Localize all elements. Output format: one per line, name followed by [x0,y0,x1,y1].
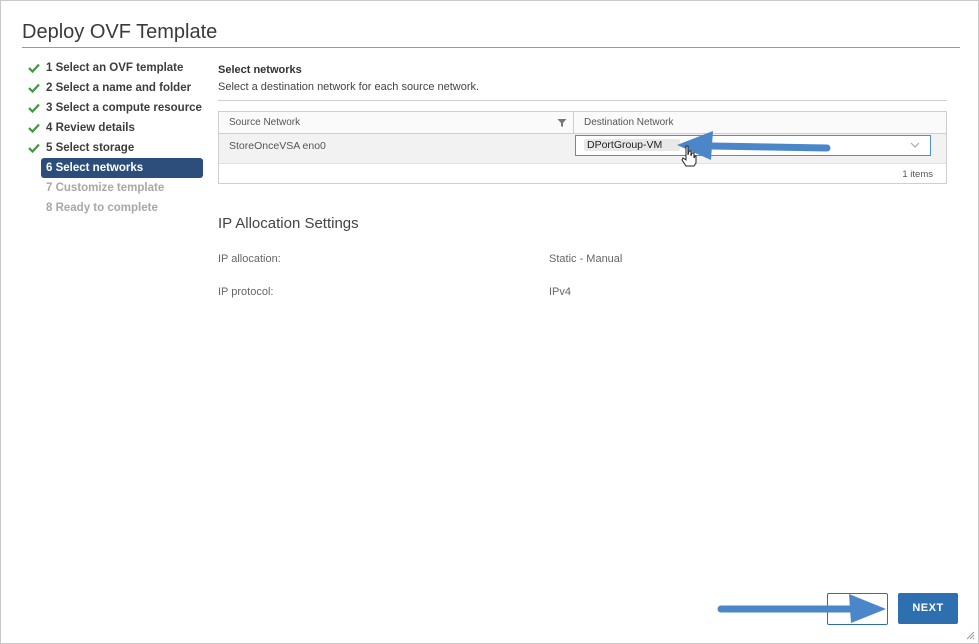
step-3[interactable]: 3 Select a compute resource [27,98,203,118]
ip-protocol-value: IPv4 [549,286,572,298]
step-label: 2 Select a name and folder [46,82,192,94]
check-icon [28,103,40,113]
check-icon [28,83,40,93]
column-header-source[interactable]: Source Network [229,117,300,128]
ip-allocation-title: IP Allocation Settings [218,215,359,232]
ip-protocol-label: IP protocol: [218,286,274,298]
annotation-arrow-icon [717,594,886,623]
network-mapping-grid: Source Network Destination Network Store… [218,111,947,184]
grid-item-count: 1 items [902,169,933,180]
source-network-cell: StoreOnceVSA eno0 [229,140,326,152]
step-label: 3 Select a compute resource [46,102,202,114]
section-description: Select a destination network for each so… [218,81,480,93]
step-label: 5 Select storage [46,142,135,154]
deploy-ovf-dialog: Deploy OVF Template 1 Select an OVF temp… [0,0,979,644]
chevron-down-icon[interactable] [910,141,920,149]
hand-cursor-icon [681,145,697,167]
step-8: 8 Ready to complete [27,198,203,218]
step-7: 7 Customize template [27,178,203,198]
column-header-destination[interactable]: Destination Network [584,117,673,128]
step-label: 7 Customize template [46,182,165,194]
section-divider [218,100,947,101]
grid-header: Source Network Destination Network [219,112,946,134]
table-row[interactable]: StoreOnceVSA eno0 DPortGroup-VM [219,134,946,164]
step-label: 8 Ready to complete [46,202,158,214]
step-label: 4 Review details [46,122,135,134]
check-icon [28,143,40,153]
step-1[interactable]: 1 Select an OVF template [27,58,203,78]
resize-handle-icon[interactable] [966,631,975,640]
filter-icon[interactable] [557,118,567,128]
step-6[interactable]: 6 Select networks [41,158,203,178]
step-label: 6 Select networks [46,162,144,174]
networks-section: Select networks Select a destination net… [218,61,947,101]
ip-allocation-label: IP allocation: [218,253,281,265]
section-title: Select networks [218,64,302,76]
check-icon [28,123,40,133]
destination-network-value: DPortGroup-VM [584,139,680,151]
step-label: 1 Select an OVF template [46,62,184,74]
step-2[interactable]: 2 Select a name and folder [27,78,203,98]
next-button[interactable]: NEXT [898,593,958,624]
step-4[interactable]: 4 Review details [27,118,203,138]
ip-allocation-value: Static - Manual [549,253,623,265]
wizard-steps: 1 Select an OVF template 2 Select a name… [27,58,203,218]
dialog-title: Deploy OVF Template [22,21,218,43]
check-icon [28,63,40,73]
step-5[interactable]: 5 Select storage [27,138,203,158]
title-divider [22,47,960,48]
column-separator[interactable] [573,112,574,133]
